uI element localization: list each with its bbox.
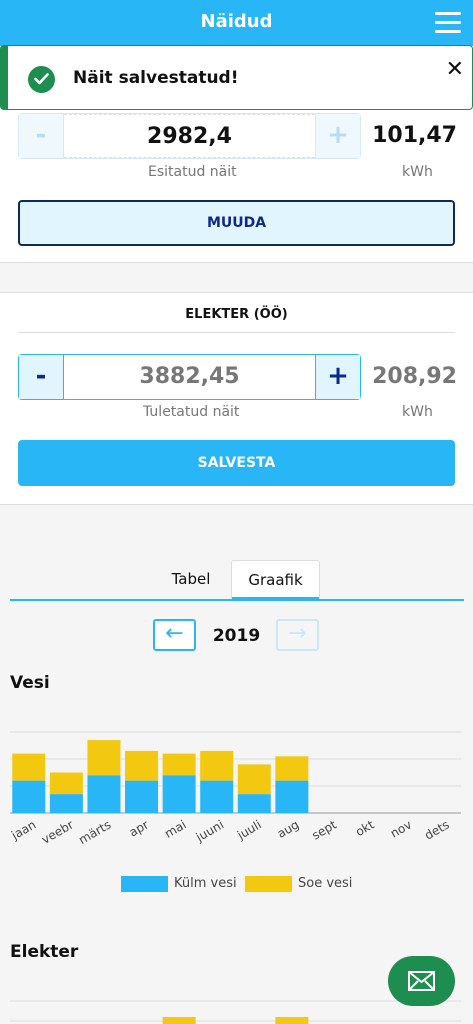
water-chart-title: Vesi: [10, 673, 50, 693]
chart-legend: Külm vesi Soe vesi: [0, 876, 473, 892]
bar-segment: [237, 764, 271, 795]
bar-segment: [49, 794, 83, 813]
legend-label-hot: Soe vesi: [298, 876, 353, 891]
bar-segment: [49, 772, 83, 795]
x-tick-label: juuni: [193, 817, 226, 844]
bar-segment: [200, 750, 234, 781]
tab-table[interactable]: Tabel: [160, 560, 222, 599]
unit-label: kWh: [402, 404, 433, 420]
x-tick-label: sept: [309, 817, 339, 842]
mail-icon: [408, 971, 435, 991]
water-chart: jaan veebr märts apr mai juuni juuli aug sept okt…: [8, 731, 461, 847]
bar-segment: [125, 780, 159, 813]
success-toast: Näit salvestatud! ✕: [0, 45, 473, 110]
bar-segment: [162, 775, 196, 813]
reading-input[interactable]: 3882,45: [64, 355, 315, 399]
reading-value[interactable]: 2982,4: [64, 114, 315, 158]
year-label: 2019: [212, 626, 261, 646]
bar-segment: [12, 780, 46, 813]
reading-stepper-1: - 2982,4 +: [18, 113, 361, 159]
hamburger-menu-icon[interactable]: [435, 12, 461, 34]
bar-segment: [200, 780, 234, 813]
decrement-button[interactable]: -: [19, 114, 64, 158]
x-tick-label: apr: [127, 817, 151, 839]
bar-segment: [12, 753, 46, 781]
bar-segment: [275, 1017, 309, 1024]
unit-label: kWh: [402, 164, 433, 180]
x-tick-label: veebr: [39, 817, 76, 846]
meter-card-1: - 2982,4 + 101,47 Esitatud näit kWh MUUD…: [0, 92, 473, 263]
x-tick-label: aug: [275, 817, 302, 840]
increment-button[interactable]: +: [315, 114, 360, 158]
bar-segment: [87, 740, 121, 776]
app-header: Näidud: [0, 0, 473, 46]
legend-swatch-cold: [121, 876, 168, 892]
meter-card-2: ELEKTER (ÖÖ) - 3882,45 + 208,92 Tuletatu…: [0, 292, 473, 505]
next-year-button[interactable]: →: [276, 619, 319, 651]
reading-label: Esitatud näit: [148, 164, 237, 180]
toast-message: Näit salvestatud!: [73, 68, 239, 88]
consumption-value: 208,92: [372, 364, 457, 389]
edit-button[interactable]: MUUDA: [18, 200, 455, 246]
legend-label-cold: Külm vesi: [174, 876, 237, 891]
check-circle-icon: [28, 66, 55, 93]
legend-swatch-hot: [245, 876, 292, 892]
x-tick-label: mai: [162, 817, 188, 840]
bar-segment: [125, 750, 159, 781]
bar-segment: [87, 775, 121, 813]
x-tick-label: juuli: [234, 817, 264, 842]
message-fab[interactable]: [388, 956, 455, 1006]
bar-segment: [162, 753, 196, 776]
bar-segment: [162, 1017, 196, 1024]
decrement-button[interactable]: -: [19, 355, 64, 399]
bar-segment: [275, 756, 309, 781]
previous-year-button[interactable]: ←: [153, 619, 196, 651]
page-title: Näidud: [200, 11, 273, 32]
electricity-chart-title: Elekter: [10, 942, 79, 962]
tab-graph[interactable]: Graafik: [231, 560, 320, 601]
x-tick-label: dets: [422, 817, 451, 842]
increment-button[interactable]: +: [315, 355, 360, 399]
bar-segment: [275, 780, 309, 813]
x-tick-label: märts: [76, 817, 113, 847]
reading-stepper-2: - 3882,45 +: [18, 354, 361, 400]
bar-segment: [237, 794, 271, 813]
x-tick-label: jaan: [8, 817, 38, 842]
consumption-value: 101,47: [372, 123, 457, 148]
x-tick-label: okt: [353, 817, 377, 839]
reading-label: Tuletatud näit: [143, 404, 240, 420]
meter-title: ELEKTER (ÖÖ): [18, 307, 455, 333]
view-tabs: Tabel Graafik: [10, 560, 464, 601]
save-button[interactable]: SALVESTA: [18, 440, 455, 486]
x-tick-label: nov: [388, 817, 414, 840]
close-icon[interactable]: ✕: [446, 57, 464, 82]
